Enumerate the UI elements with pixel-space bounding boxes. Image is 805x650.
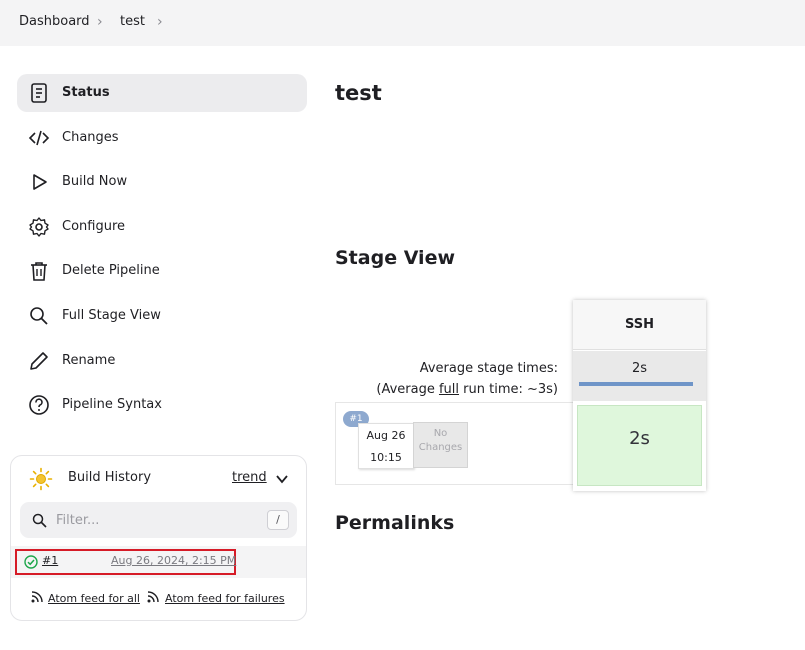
sidebar-item-label: Changes — [62, 130, 119, 145]
build-history-panel: Build History trend / #1 Aug 26, 2024, 2… — [10, 455, 307, 621]
breadcrumb-separator-icon: › — [97, 14, 103, 30]
full-run-link[interactable]: full — [439, 382, 459, 397]
stage-view-heading: Stage View — [335, 247, 456, 269]
sidebar-item-label: Status — [62, 85, 110, 100]
filter-box: / — [20, 502, 297, 538]
search-icon — [32, 513, 47, 528]
status-doc-icon — [31, 83, 47, 103]
sidebar-item-label: Full Stage View — [62, 308, 161, 323]
build-history-title: Build History — [68, 470, 152, 485]
success-check-icon — [24, 555, 38, 569]
sidebar-item-full-stage-view[interactable]: Full Stage View — [17, 297, 307, 335]
stage-column-ssh: SSH 2s 2s — [573, 300, 706, 491]
trend-link[interactable]: trend — [232, 470, 267, 485]
build-filter-input[interactable] — [56, 510, 256, 530]
sidebar-item-label: Delete Pipeline — [62, 263, 160, 278]
play-icon — [33, 174, 47, 190]
page-title: test — [335, 81, 382, 105]
sidebar-item-delete-pipeline[interactable]: Delete Pipeline — [17, 252, 307, 290]
breadcrumb-test[interactable]: test — [120, 14, 145, 29]
breadcrumb-menu-chevron-icon[interactable]: › — [157, 14, 163, 30]
build-number-link[interactable]: #1 — [42, 554, 58, 567]
sidebar-item-label: Pipeline Syntax — [62, 397, 162, 412]
breadcrumb-dashboard[interactable]: Dashboard — [19, 14, 90, 29]
trash-icon — [31, 262, 47, 281]
stage-average-time: 2s — [631, 361, 648, 376]
sidebar-item-configure[interactable]: Configure — [17, 208, 307, 246]
build-date-link[interactable]: Aug 26, 2024, 2:15 PM — [111, 554, 236, 567]
run-date: Aug 26 — [366, 429, 406, 442]
run-time: 10:15 — [370, 451, 402, 464]
average-full-run-time: (Average full run time: ~3s) — [376, 382, 558, 397]
no-changes-box[interactable]: No Changes — [413, 422, 468, 468]
sidebar-item-pipeline-syntax[interactable]: Pipeline Syntax — [17, 386, 307, 424]
atom-feed-failures-link[interactable]: Atom feed for failures — [165, 592, 285, 605]
avg-full-prefix: (Average — [376, 382, 439, 397]
avg-full-suffix: run time: ~3s) — [459, 382, 558, 397]
chevron-down-icon[interactable] — [275, 472, 289, 486]
sun-weather-icon — [29, 467, 53, 491]
rss-feed-icon — [31, 591, 43, 603]
stage-header: SSH — [573, 300, 706, 350]
stage-average-bar — [579, 382, 693, 386]
stage-average: 2s — [573, 351, 706, 401]
help-icon — [29, 395, 49, 415]
breadcrumb: Dashboard › test › — [0, 0, 805, 46]
average-stage-times-label: Average stage times: — [419, 361, 558, 376]
permalinks-heading: Permalinks — [335, 512, 455, 534]
sidebar-item-build-now[interactable]: Build Now — [17, 163, 307, 201]
pencil-icon — [30, 352, 48, 370]
code-icon — [28, 130, 50, 146]
atom-feed-all-link[interactable]: Atom feed for all — [48, 592, 140, 605]
keyboard-shortcut-hint: / — [267, 510, 289, 530]
sidebar-item-label: Build Now — [62, 174, 128, 189]
sidebar-item-label: Rename — [62, 353, 116, 368]
build-row[interactable]: #1 Aug 26, 2024, 2:15 PM — [11, 546, 306, 578]
sidebar-item-status[interactable]: Status — [17, 74, 307, 112]
sidebar-item-label: Configure — [62, 219, 126, 234]
stage-cell-success[interactable]: 2s — [577, 405, 702, 486]
run-date-card: Aug 26 10:15 — [358, 423, 414, 469]
sidebar-item-changes[interactable]: Changes — [17, 119, 307, 157]
gear-icon — [29, 217, 49, 237]
search-icon — [30, 307, 48, 325]
sidebar-item-rename[interactable]: Rename — [17, 342, 307, 380]
rss-feed-icon — [147, 591, 159, 603]
